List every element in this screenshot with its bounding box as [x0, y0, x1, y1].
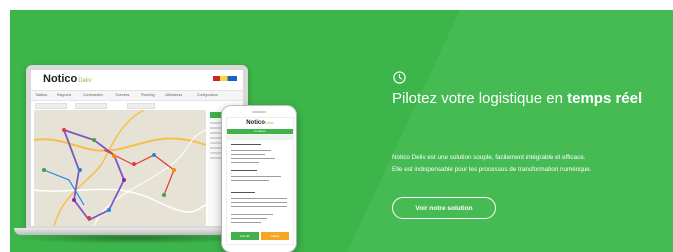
description-line-1: Notico Deliv est une solution souple, fa…	[392, 154, 586, 161]
hero-description: Notico Deliv est une solution souple, fa…	[392, 152, 672, 176]
nav-item: Rapports	[57, 93, 72, 97]
map-pin	[92, 138, 96, 142]
map-pin	[62, 128, 66, 132]
phone-subheader	[227, 135, 293, 140]
phone-text-line	[231, 192, 255, 193]
phone-text-line	[231, 202, 287, 203]
phone-text-line	[231, 158, 275, 159]
language-flags-icon	[213, 76, 237, 81]
app-nav: Tableau Rapports Commandes Tournées Plan…	[31, 91, 243, 101]
phone-text-line	[231, 214, 273, 215]
map-pin	[87, 216, 91, 220]
hero-headline: Pilotez votre logistique en temps réel	[392, 90, 662, 108]
headline-regular: Pilotez votre logistique en	[392, 90, 568, 107]
map-pin	[78, 168, 82, 172]
phone-text-line	[231, 176, 281, 177]
phone-cancel-button: Annuler	[231, 232, 259, 240]
clock-icon	[393, 71, 406, 84]
phone-text-line	[231, 180, 269, 181]
phone-text-line	[231, 162, 259, 163]
phone-app-header: Livraison	[227, 129, 293, 134]
phone-text-line	[231, 154, 265, 155]
see-solution-button[interactable]: Voir notre solution	[392, 197, 496, 219]
phone-text-line	[231, 170, 257, 171]
filter-field	[35, 103, 67, 109]
phone-validate-button: Valider	[261, 232, 289, 240]
phone-screen: NoticoDeliv Livraison Annuler Valider	[226, 117, 294, 245]
headline-bold: temps réel	[567, 90, 643, 107]
map-pin	[112, 154, 116, 158]
app-filter-bar	[31, 101, 243, 109]
phone-mockup: NoticoDeliv Livraison Annuler Valider	[222, 106, 296, 252]
phone-text-line	[231, 218, 267, 219]
map-pin	[122, 178, 126, 182]
nav-item: Configuration	[197, 93, 218, 97]
nav-item: Tournées	[115, 93, 130, 97]
filter-field	[127, 103, 155, 109]
phone-speaker	[252, 111, 266, 113]
phone-text-line	[231, 222, 261, 223]
map-pin	[152, 153, 156, 157]
map-view	[34, 110, 206, 226]
app-header: NoticoDeliv	[31, 70, 243, 91]
map-pin	[162, 193, 166, 197]
phone-text-line	[231, 150, 271, 151]
hero-banner: NoticoDeliv Tableau Rapports Commandes T…	[10, 10, 673, 252]
map-pin	[132, 162, 136, 166]
map-pin	[72, 198, 76, 202]
phone-text-line	[231, 198, 287, 199]
map-pin	[42, 168, 46, 172]
phone-app-logo: NoticoDeliv	[246, 120, 274, 126]
map-pin	[107, 208, 111, 212]
app-logo: NoticoDeliv	[43, 73, 92, 85]
filter-field	[75, 103, 107, 109]
map-routes	[34, 110, 206, 226]
nav-item: Commandes	[83, 93, 103, 97]
map-pin	[172, 168, 176, 172]
laptop-mockup: NoticoDeliv Tableau Rapports Commandes T…	[26, 65, 248, 229]
phone-text-line	[231, 144, 261, 145]
description-line-2: Elle est indispensable pour les processu…	[392, 166, 592, 173]
laptop-screen: NoticoDeliv Tableau Rapports Commandes T…	[31, 70, 243, 226]
nav-item: Planning	[141, 93, 155, 97]
nav-item: Utilisateurs	[165, 93, 183, 97]
nav-item: Tableau	[35, 93, 48, 97]
phone-text-line	[231, 206, 287, 207]
